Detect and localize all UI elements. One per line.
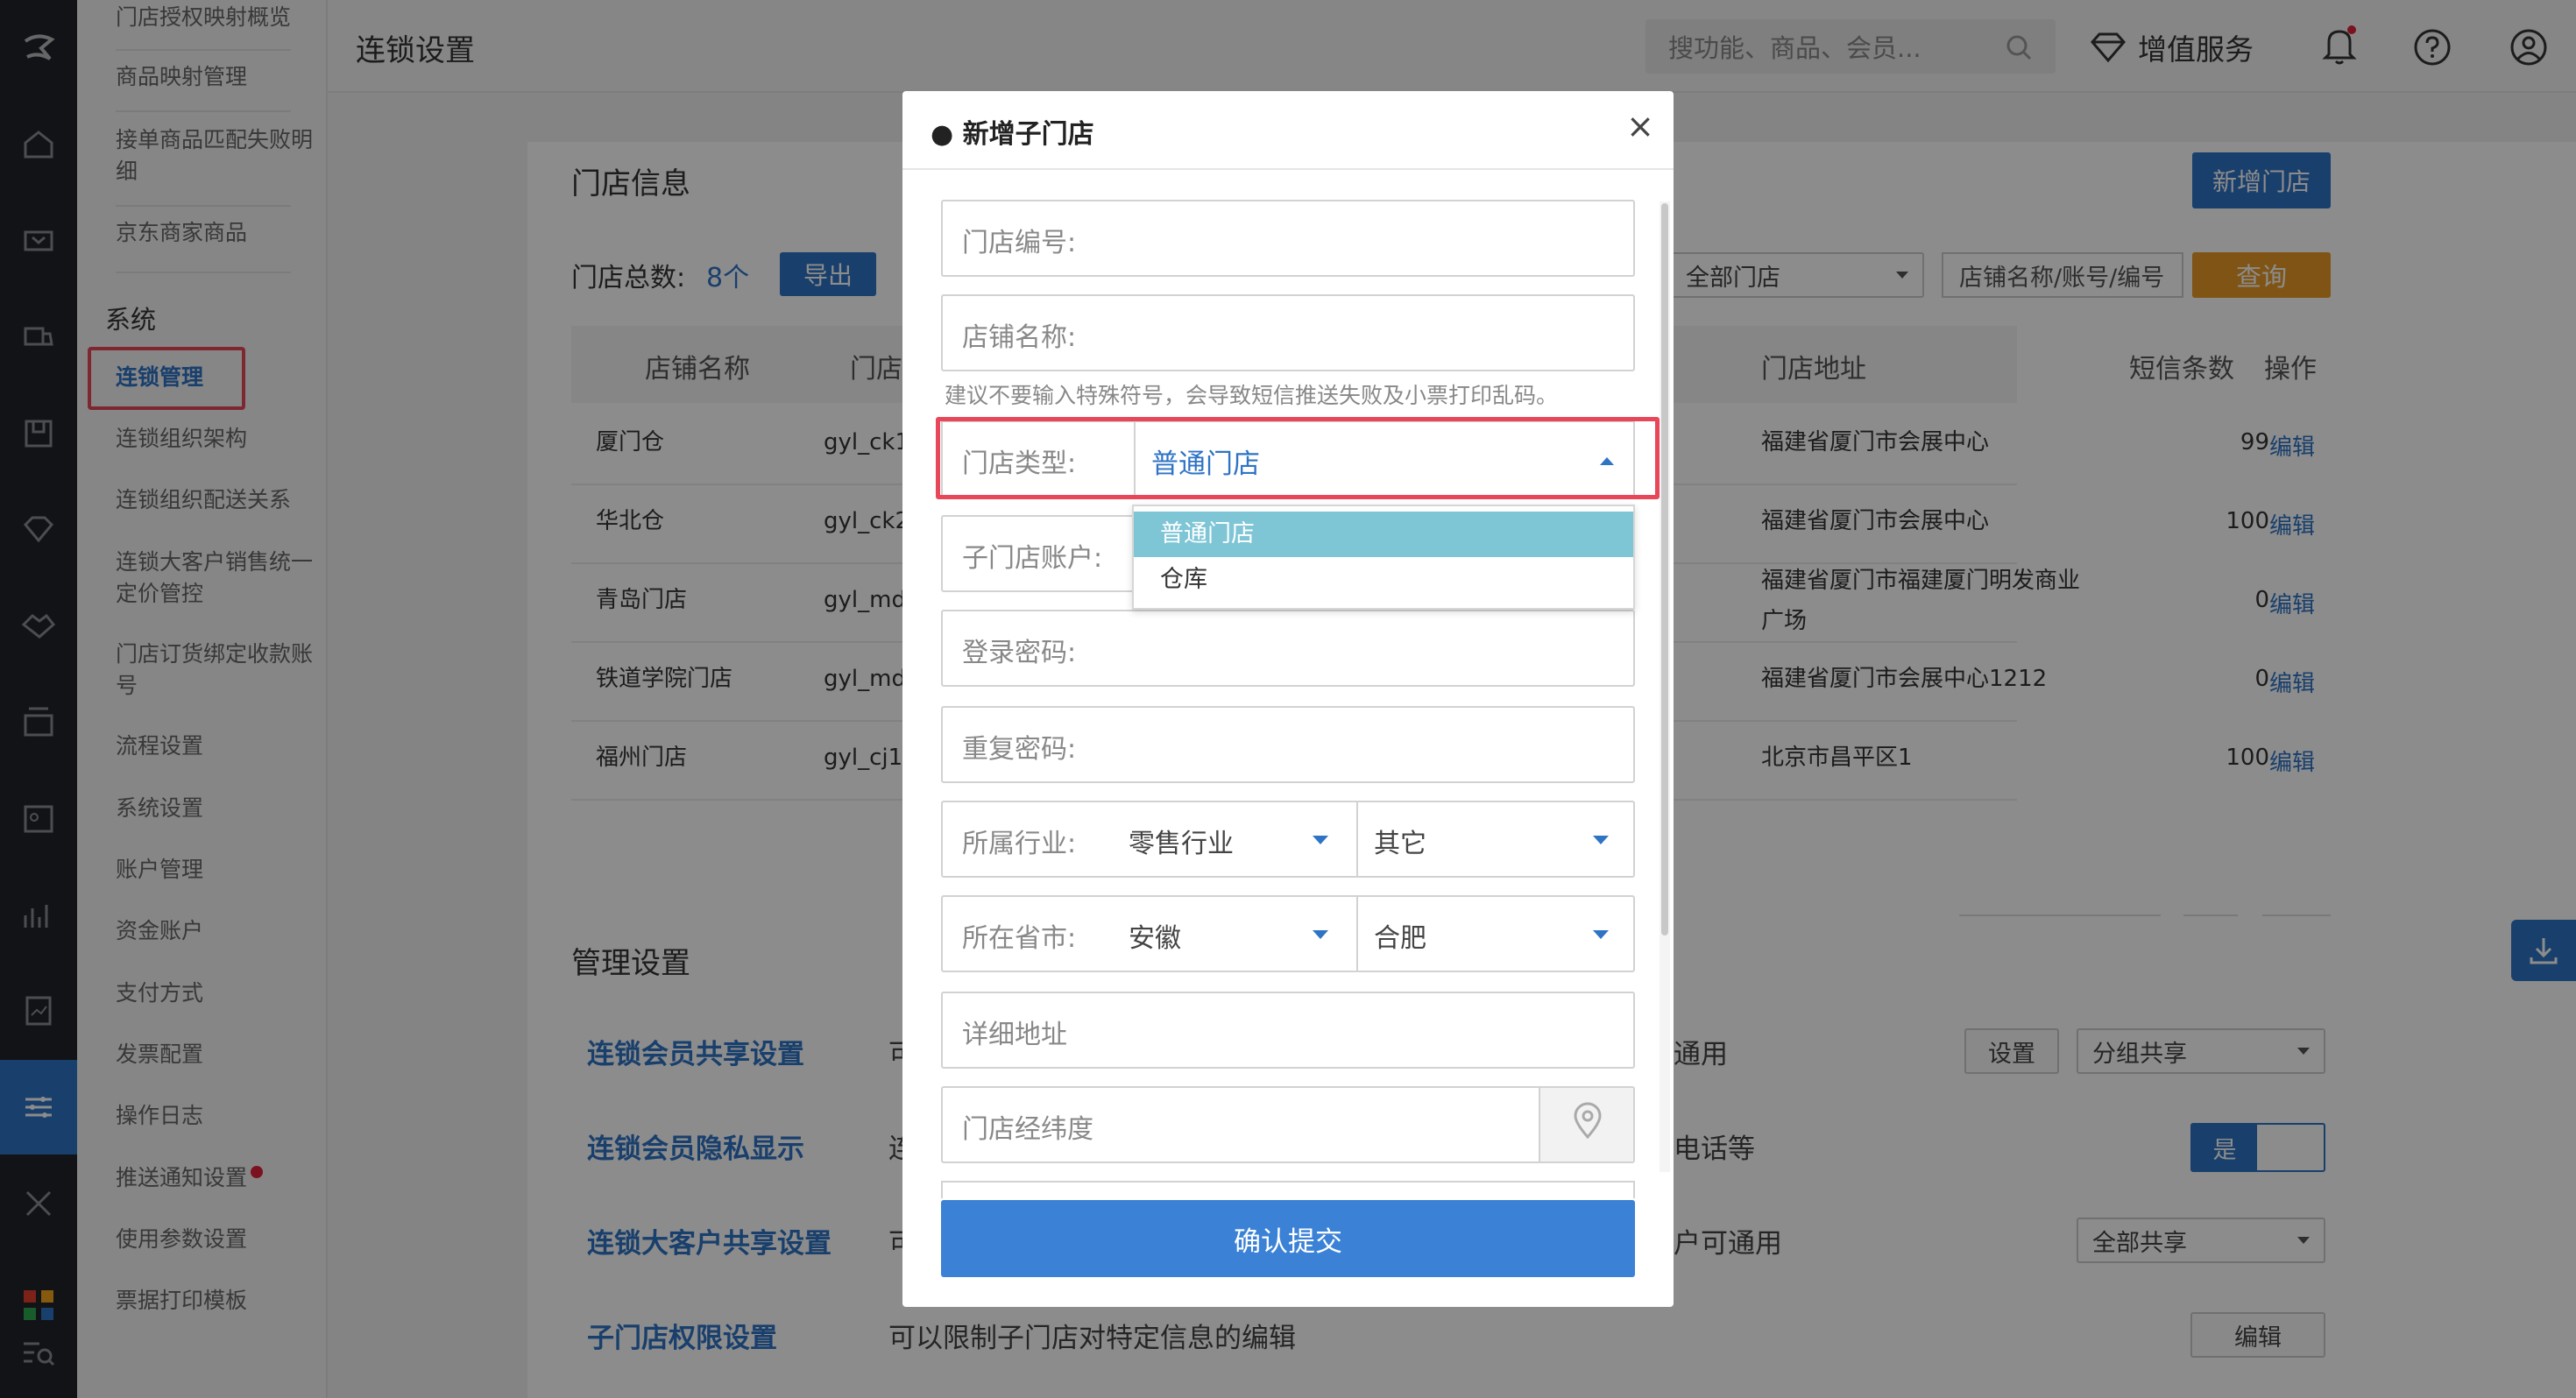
- modal-header: ● 新增子门店 ×: [902, 91, 1674, 170]
- close-icon[interactable]: ×: [1626, 107, 1654, 145]
- login-password-label: 登录密码:: [962, 638, 1077, 668]
- sub-account-label: 子门店账户:: [962, 543, 1103, 574]
- industry-label: 所属行业:: [962, 829, 1077, 859]
- modal-title: ● 新增子门店: [931, 119, 1094, 150]
- next-field-edge: [941, 1181, 1635, 1198]
- submit-button[interactable]: 确认提交: [941, 1200, 1635, 1277]
- latlng-field[interactable]: 门店经纬度: [941, 1086, 1635, 1163]
- store-code-field[interactable]: 门店编号:: [941, 200, 1635, 277]
- repeat-password-label: 重复密码:: [962, 734, 1077, 765]
- province-city-field: 所在省市: 安徽 合肥: [941, 895, 1635, 972]
- province-select[interactable]: 安徽: [1118, 897, 1348, 971]
- shop-name-label: 店铺名称:: [962, 322, 1077, 353]
- chevron-down-icon: [1313, 930, 1328, 939]
- chevron-down-icon: [1313, 836, 1328, 844]
- province-label: 所在省市:: [962, 923, 1077, 954]
- address-label: 详细地址: [962, 1020, 1067, 1050]
- industry-select[interactable]: 零售行业: [1118, 802, 1348, 876]
- industry-field: 所属行业: 零售行业 其它: [941, 801, 1635, 878]
- location-pin-button[interactable]: [1539, 1088, 1633, 1161]
- city-select[interactable]: 合肥: [1358, 897, 1633, 971]
- store-type-highlight: [936, 417, 1660, 499]
- store-type-dropdown: 普通门店 仓库: [1132, 505, 1635, 610]
- store-type-option[interactable]: 仓库: [1134, 557, 1633, 603]
- province-value: 安徽: [1129, 923, 1181, 954]
- add-sub-store-modal: ● 新增子门店 × 门店编号: 店铺名称: 建议不要输入特殊符号，会导致短信推送…: [902, 91, 1674, 1307]
- shop-name-hint: 建议不要输入特殊符号，会导致短信推送失败及小票打印乱码。: [945, 383, 1559, 408]
- address-field[interactable]: 详细地址: [941, 992, 1635, 1069]
- repeat-password-field[interactable]: 重复密码:: [941, 706, 1635, 783]
- city-value: 合肥: [1374, 923, 1426, 954]
- store-type-option[interactable]: 普通门店: [1134, 512, 1633, 557]
- scrollbar-thumb[interactable]: [1661, 203, 1668, 936]
- modal-title-text: 新增子门店: [962, 119, 1094, 150]
- login-password-field[interactable]: 登录密码:: [941, 610, 1635, 687]
- location-pin-icon: [1574, 1102, 1602, 1140]
- chevron-down-icon: [1593, 836, 1609, 844]
- shop-name-field[interactable]: 店铺名称:: [941, 294, 1635, 371]
- chevron-down-icon: [1593, 930, 1609, 939]
- industry-value: 零售行业: [1129, 829, 1234, 859]
- industry-sub-select[interactable]: 其它: [1358, 802, 1633, 876]
- industry-sub-value: 其它: [1374, 829, 1426, 859]
- store-code-label: 门店编号:: [962, 228, 1077, 258]
- latlng-label: 门店经纬度: [962, 1114, 1093, 1145]
